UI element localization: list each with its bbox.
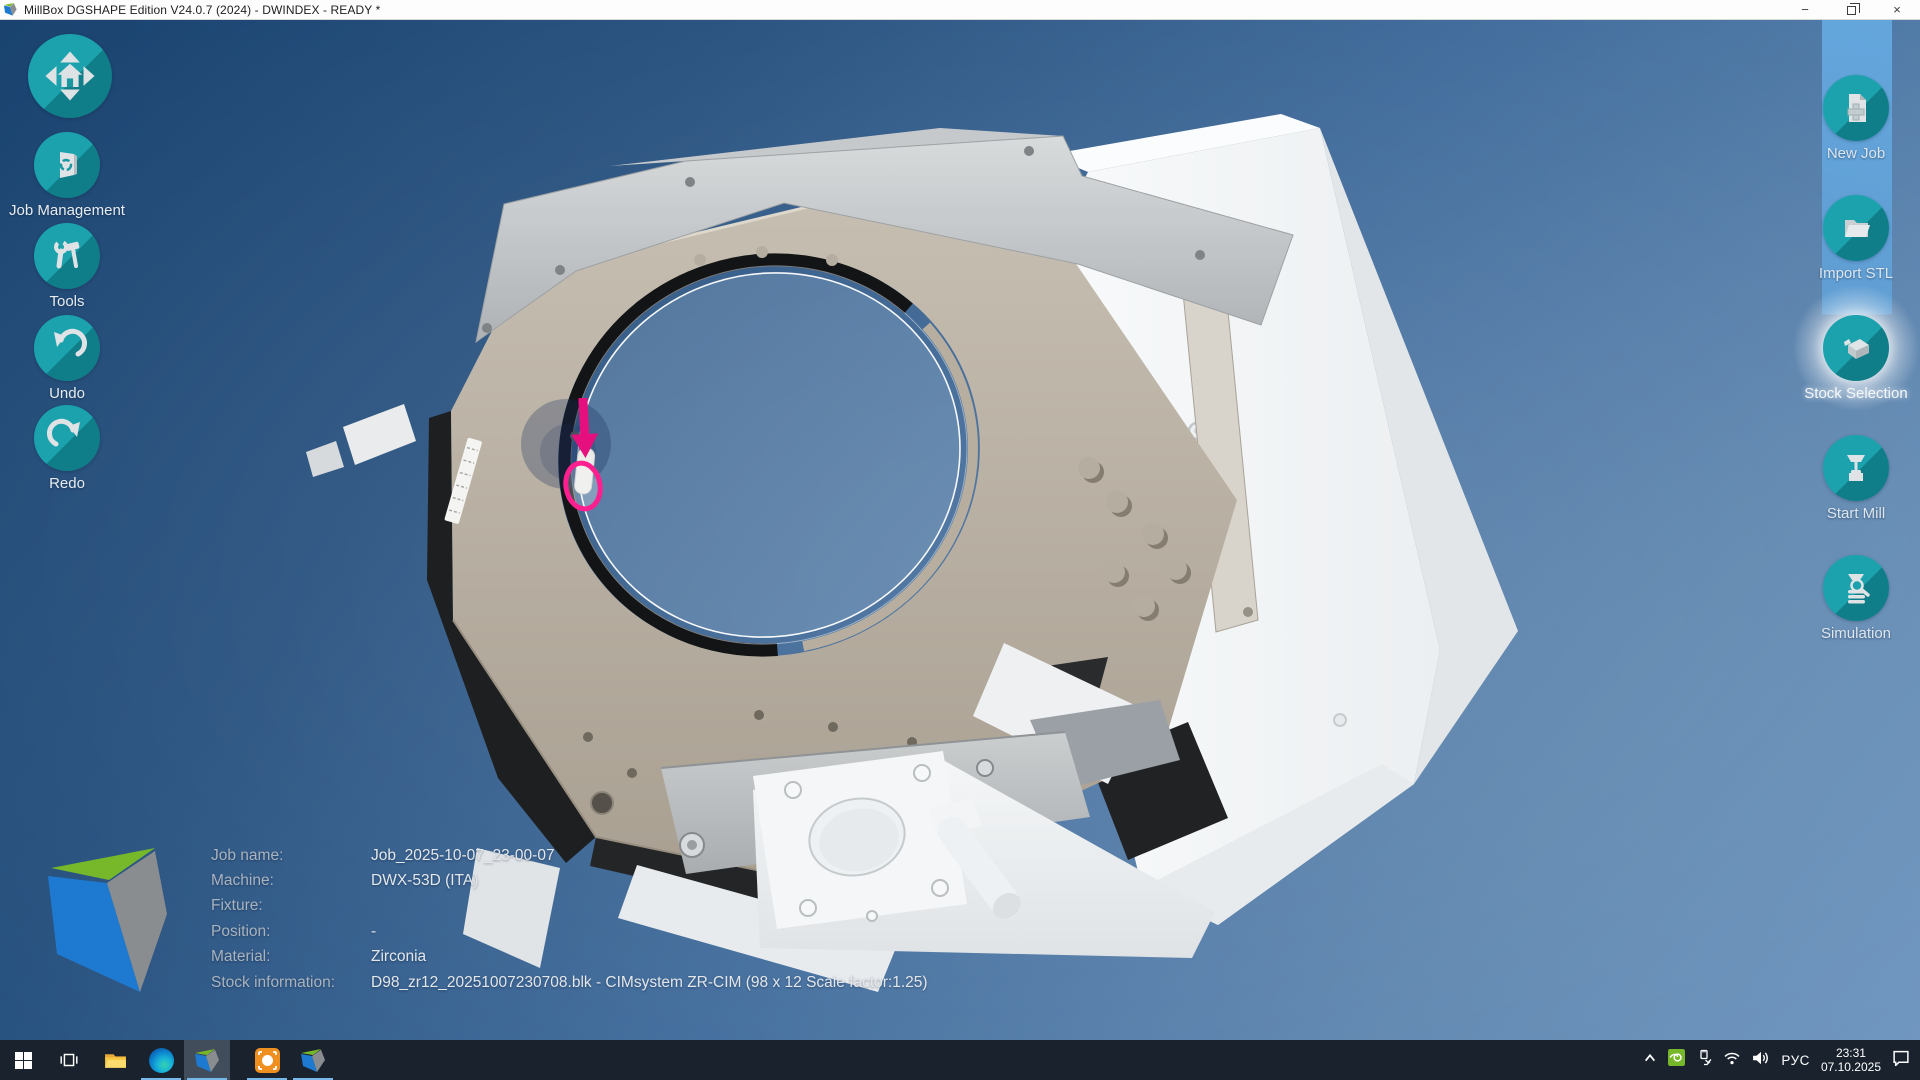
usb-tray-button[interactable] [1696, 1049, 1712, 1071]
simulation-icon [1836, 568, 1876, 608]
machine-value: DWX-53D (ITA) [371, 872, 478, 890]
stock-info-label: Stock information: [211, 974, 371, 992]
stock-selection-icon [1836, 328, 1876, 368]
job-name-value: Job_2025-10-07_23-00-07 [371, 847, 555, 865]
job-management-icon [47, 145, 87, 185]
millbox-app-icon [4, 3, 18, 16]
fixture-label: Fixture: [211, 897, 371, 915]
restore-button[interactable] [1828, 0, 1874, 19]
capture-app-icon [254, 1047, 281, 1074]
task-view-button[interactable] [46, 1040, 92, 1080]
tray-expand-button[interactable] [1643, 1051, 1657, 1069]
info-row-fixture: Fixture: [211, 894, 928, 919]
new-job-icon [1836, 88, 1876, 128]
job-management-button[interactable]: Job Management [0, 132, 134, 219]
start-mill-label: Start Mill [1789, 505, 1920, 522]
millbox-taskbar-button[interactable] [184, 1040, 230, 1080]
title-bar: MillBox DGSHAPE Edition V24.0.7 (2024) -… [0, 0, 1920, 20]
undo-label: Undo [0, 385, 134, 402]
import-stl-label: Import STL [1789, 265, 1920, 282]
millbox-logo [45, 842, 170, 1002]
millbox-taskbar-icon [194, 1048, 220, 1073]
position-label: Position: [211, 923, 371, 941]
system-tray: РУС 23:31 07.10.2025 [1643, 1040, 1920, 1080]
start-mill-icon [1836, 448, 1876, 488]
machine-label: Machine: [211, 872, 371, 890]
edge-icon [149, 1048, 174, 1073]
edge-browser-button[interactable] [138, 1040, 184, 1080]
file-explorer-button[interactable] [92, 1040, 138, 1080]
nvidia-icon [1668, 1049, 1685, 1066]
restore-icon [1847, 6, 1856, 15]
job-info-panel: Job name: Job_2025-10-07_23-00-07 Machin… [211, 843, 928, 995]
millbox-second-icon [300, 1048, 326, 1073]
redo-icon [47, 418, 87, 458]
tools-icon [47, 236, 87, 276]
info-row-machine: Machine: DWX-53D (ITA) [211, 868, 928, 893]
clock-time: 23:31 [1821, 1046, 1881, 1060]
wifi-tray-button[interactable] [1723, 1050, 1741, 1070]
chevron-up-icon [1643, 1052, 1657, 1064]
info-row-position: Position: - [211, 919, 928, 944]
file-explorer-icon [103, 1048, 128, 1073]
info-row-job-name: Job name: Job_2025-10-07_23-00-07 [211, 843, 928, 868]
simulation-label: Simulation [1789, 625, 1920, 642]
usb-device-icon [1696, 1049, 1712, 1066]
tools-button[interactable]: Tools [0, 223, 134, 310]
millbox-second-instance-button[interactable] [290, 1040, 336, 1080]
clock-date: 07.10.2025 [1821, 1060, 1881, 1074]
action-center-button[interactable] [1892, 1049, 1910, 1071]
windows-logo-icon [15, 1052, 32, 1069]
start-button[interactable] [0, 1040, 46, 1080]
3d-viewport[interactable]: Job Management Tools Undo [0, 20, 1920, 1040]
home-navigation-icon [43, 49, 97, 103]
stock-info-value: D98_zr12_20251007230708.blk - CIMsystem … [371, 974, 928, 992]
position-value: - [371, 923, 376, 941]
info-row-material: Material: Zirconia [211, 945, 928, 970]
undo-button[interactable]: Undo [0, 315, 134, 402]
job-management-label: Job Management [0, 202, 134, 219]
capture-app-button[interactable] [244, 1040, 290, 1080]
action-center-icon [1892, 1049, 1910, 1066]
volume-tray-button[interactable] [1752, 1050, 1770, 1071]
import-stl-icon [1836, 208, 1876, 248]
task-view-icon [58, 1049, 80, 1071]
new-job-label: New Job [1789, 145, 1920, 162]
windows-taskbar: РУС 23:31 07.10.2025 [0, 1040, 1920, 1080]
tools-label: Tools [0, 293, 134, 310]
minimize-button[interactable]: − [1782, 0, 1828, 19]
window-title: MillBox DGSHAPE Edition V24.0.7 (2024) -… [24, 3, 380, 17]
material-value: Zirconia [371, 948, 426, 966]
stock-selection-button[interactable]: Stock Selection [1789, 315, 1920, 402]
import-stl-button[interactable]: Import STL [1789, 195, 1920, 282]
simulation-button[interactable]: Simulation [1789, 555, 1920, 642]
close-icon: × [1893, 2, 1901, 17]
taskbar-clock[interactable]: 23:31 07.10.2025 [1821, 1046, 1881, 1074]
redo-button[interactable]: Redo [0, 405, 134, 492]
speaker-icon [1752, 1050, 1770, 1066]
info-row-stock: Stock information: D98_zr12_202510072307… [211, 970, 928, 995]
minimize-icon: − [1801, 2, 1809, 17]
wifi-icon [1723, 1050, 1741, 1065]
nvidia-tray-button[interactable] [1668, 1049, 1685, 1071]
stock-selection-label: Stock Selection [1789, 385, 1920, 402]
view-navigation-button[interactable] [28, 34, 112, 118]
close-button[interactable]: × [1874, 0, 1920, 19]
material-label: Material: [211, 948, 371, 966]
job-name-label: Job name: [211, 847, 371, 865]
language-indicator[interactable]: РУС [1781, 1053, 1810, 1068]
redo-label: Redo [0, 475, 134, 492]
workflow-highlight-band [1822, 20, 1892, 330]
undo-icon [47, 328, 87, 368]
start-mill-button[interactable]: Start Mill [1789, 435, 1920, 522]
new-job-button[interactable]: New Job [1789, 75, 1920, 162]
